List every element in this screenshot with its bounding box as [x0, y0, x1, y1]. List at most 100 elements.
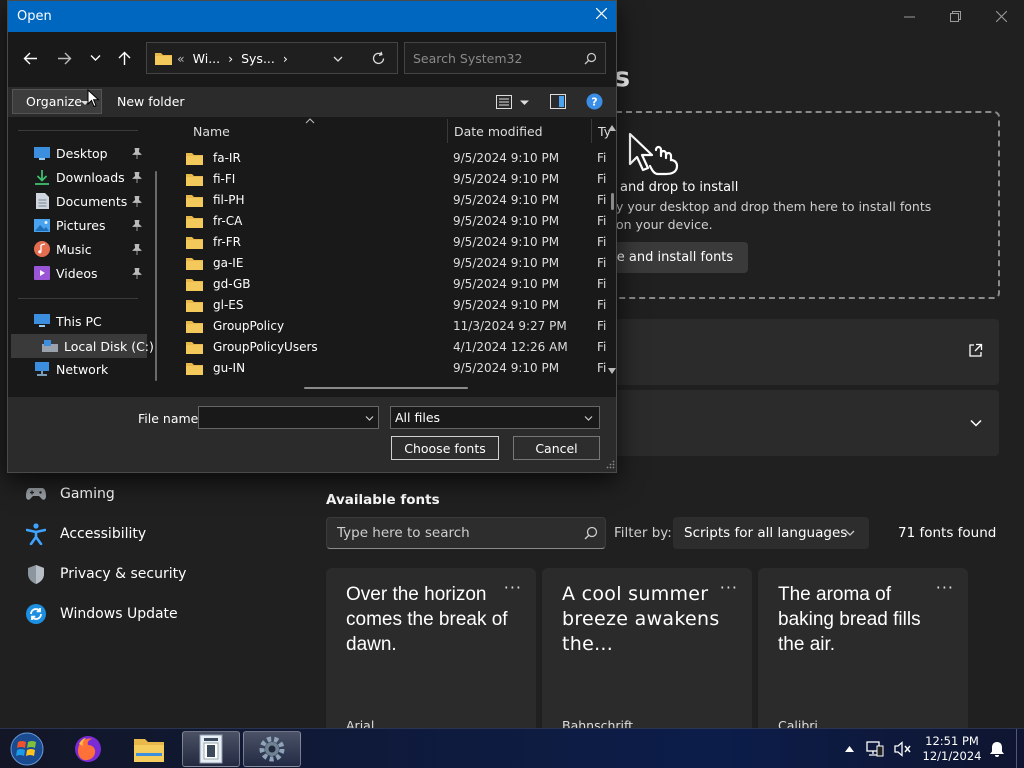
videos-icon: [34, 265, 50, 281]
help-icon[interactable]: ?: [586, 93, 603, 110]
column-name[interactable]: Name: [193, 124, 230, 139]
file-explorer-taskbar-button[interactable]: [126, 731, 172, 767]
script-filter-dropdown[interactable]: Scripts for all languages: [673, 517, 869, 549]
file-row[interactable]: fr-FR 9/5/2024 9:10 PM Fi: [171, 232, 606, 253]
nav-pictures[interactable]: Pictures: [34, 213, 106, 237]
nav-item-gaming[interactable]: Gaming: [24, 476, 115, 512]
address-bar[interactable]: « Wi... › Sys... ›: [146, 42, 398, 74]
file-date-modified: 9/5/2024 9:10 PM: [453, 193, 560, 207]
settings-taskbar-button[interactable]: [243, 731, 301, 767]
column-divider[interactable]: [447, 119, 448, 143]
nav-documents[interactable]: Documents: [34, 189, 127, 213]
horizontal-scrollbar-thumb[interactable]: [304, 387, 468, 389]
breadcrumb-item-system32[interactable]: Sys...: [241, 51, 275, 66]
file-row[interactable]: fa-IR 9/5/2024 9:10 PM Fi: [171, 148, 606, 169]
nav-this-pc[interactable]: This PC: [34, 309, 102, 333]
chevron-down-icon[interactable]: [365, 414, 374, 423]
nav-item-label: Accessibility: [60, 526, 147, 542]
minimize-button[interactable]: [886, 0, 932, 32]
search-input[interactable]: [404, 42, 606, 74]
breadcrumb-item-windows[interactable]: Wi...: [193, 51, 220, 66]
dialog-close-button[interactable]: [584, 1, 616, 25]
volume-tray-button[interactable]: [894, 740, 912, 758]
file-row[interactable]: gd-GB 9/5/2024 9:10 PM Fi: [171, 274, 606, 295]
chevron-down-icon: [584, 416, 593, 421]
taskbar-clock[interactable]: 12:51 PM 12/1/2024: [918, 734, 986, 764]
nav-videos[interactable]: Videos: [34, 261, 98, 285]
pin-icon[interactable]: [132, 220, 142, 231]
file-row[interactable]: gl-ES 9/5/2024 9:10 PM Fi: [171, 295, 606, 316]
related-settings-card[interactable]: [580, 390, 999, 456]
restore-button[interactable]: [932, 0, 978, 32]
pin-icon[interactable]: [132, 148, 142, 159]
view-options-icon[interactable]: [496, 95, 512, 109]
choose-fonts-button[interactable]: Choose fonts: [391, 436, 499, 460]
column-date-modified[interactable]: Date modified: [454, 124, 543, 139]
firefox-taskbar-button[interactable]: [66, 731, 110, 767]
close-button[interactable]: [978, 0, 1024, 32]
nav-downloads[interactable]: Downloads: [34, 165, 125, 189]
up-button[interactable]: [112, 46, 136, 70]
file-row[interactable]: gu-IN 9/5/2024 9:10 PM Fi: [171, 358, 606, 379]
recent-locations-button[interactable]: [83, 46, 107, 70]
font-card-calibri[interactable]: The aroma of baking bread fills the air.…: [758, 568, 968, 728]
file-type-select[interactable]: All files: [390, 406, 600, 429]
font-card-bahnschrift[interactable]: A cool summer breeze awakens the... ··· …: [542, 568, 752, 728]
scroll-down-icon[interactable]: [608, 368, 616, 374]
breadcrumb-overflow[interactable]: «: [177, 51, 185, 66]
pictures-icon: [34, 217, 50, 233]
column-divider[interactable]: [591, 119, 592, 143]
pin-icon[interactable]: [132, 244, 142, 255]
file-type: Fi: [597, 214, 607, 228]
font-card-arial[interactable]: Over the horizon comes the break of dawn…: [326, 568, 536, 728]
font-search-input[interactable]: [326, 517, 606, 549]
nav-label: This PC: [56, 313, 102, 329]
back-button[interactable]: [18, 46, 42, 70]
nav-network[interactable]: Network: [34, 357, 108, 381]
pin-icon[interactable]: [132, 172, 142, 183]
nav-item-privacy-security[interactable]: Privacy & security: [24, 556, 186, 592]
nav-item-accessibility[interactable]: Accessibility: [24, 516, 146, 552]
vertical-scrollbar-thumb[interactable]: [611, 193, 614, 210]
refresh-icon[interactable]: [371, 51, 386, 66]
notifications-button[interactable]: [988, 740, 1006, 758]
more-options-icon[interactable]: ···: [504, 578, 522, 597]
new-folder-button[interactable]: New folder: [117, 94, 185, 109]
forward-button[interactable]: [52, 46, 76, 70]
preview-pane-icon[interactable]: [550, 94, 566, 109]
network-tray-button[interactable]: [866, 740, 884, 758]
more-options-icon[interactable]: ···: [720, 578, 738, 597]
file-type: Fi: [597, 151, 607, 165]
file-row[interactable]: fi-FI 9/5/2024 9:10 PM Fi: [171, 169, 606, 190]
nav-music[interactable]: Music: [34, 237, 92, 261]
start-button[interactable]: [6, 731, 48, 767]
file-name-input[interactable]: [198, 406, 379, 429]
show-desktop-button[interactable]: [1016, 729, 1024, 768]
scroll-up-icon[interactable]: [608, 125, 616, 131]
show-hidden-icons-button[interactable]: [840, 740, 858, 758]
program-taskbar-button[interactable]: [182, 731, 240, 767]
file-row[interactable]: ga-IE 9/5/2024 9:10 PM Fi: [171, 253, 606, 274]
nav-desktop[interactable]: Desktop: [34, 141, 108, 165]
update-icon: [24, 602, 48, 626]
nav-local-disk[interactable]: Local Disk (C:): [42, 334, 154, 358]
file-row[interactable]: GroupPolicyUsers 4/1/2024 12:26 AM Fi: [171, 337, 606, 358]
dialog-title-bar[interactable]: Open: [8, 1, 616, 32]
resize-grip-icon[interactable]: [606, 460, 615, 469]
file-row[interactable]: fr-CA 9/5/2024 9:10 PM Fi: [171, 211, 606, 232]
pin-icon[interactable]: [132, 268, 142, 279]
browse-install-button[interactable]: se and install fonts: [600, 242, 748, 273]
breadcrumb[interactable]: « Wi... › Sys... ›: [177, 51, 292, 66]
program-window-icon: [199, 734, 223, 764]
nav-item-windows-update[interactable]: Windows Update: [24, 596, 178, 632]
file-row[interactable]: fil-PH 9/5/2024 9:10 PM Fi: [171, 190, 606, 211]
file-date-modified: 9/5/2024 9:10 PM: [453, 214, 560, 228]
file-row[interactable]: GroupPolicy 11/3/2024 9:27 PM Fi: [171, 316, 606, 337]
more-options-icon[interactable]: ···: [936, 578, 954, 597]
chevron-down-icon[interactable]: [333, 54, 343, 64]
get-more-fonts-card[interactable]: [580, 319, 999, 385]
caret-down-icon[interactable]: [520, 98, 529, 107]
pin-icon[interactable]: [132, 196, 142, 207]
nav-pane-scrollbar[interactable]: [155, 171, 157, 381]
cancel-button[interactable]: Cancel: [513, 436, 600, 460]
